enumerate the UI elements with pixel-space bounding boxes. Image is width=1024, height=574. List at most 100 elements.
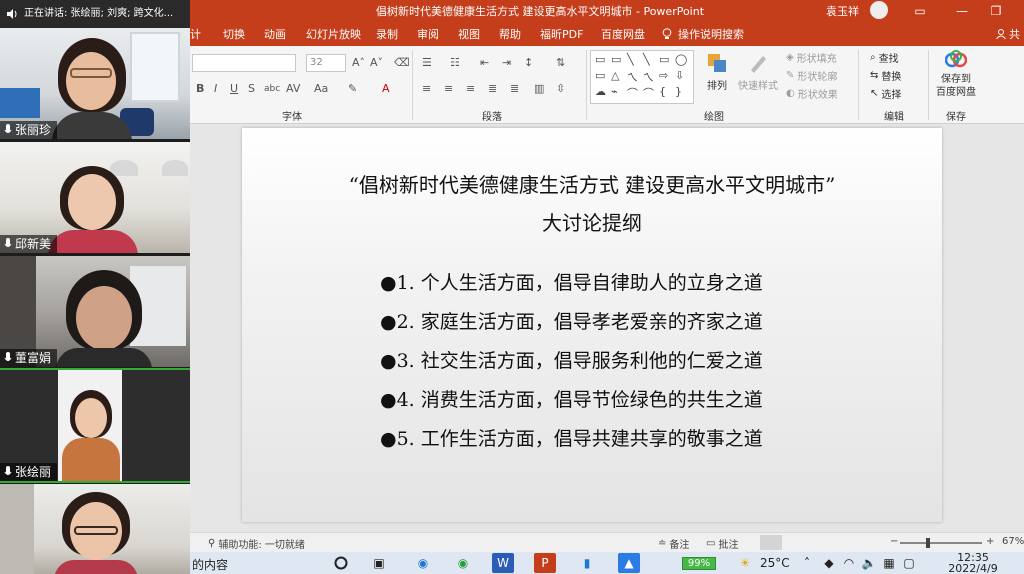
group-label-font: 字体 bbox=[282, 112, 302, 123]
powerpoint-icon[interactable]: P bbox=[534, 553, 556, 573]
reading-view-icon[interactable] bbox=[828, 535, 850, 550]
shape-effects-button[interactable]: ◐ 形状效果 bbox=[786, 86, 838, 101]
font-size-box[interactable]: 32 bbox=[306, 54, 346, 72]
justify-icon[interactable]: ≣ bbox=[488, 82, 497, 95]
align-center-icon[interactable]: ≡ bbox=[444, 82, 453, 95]
decrease-font-icon[interactable]: A˅ bbox=[370, 56, 383, 69]
slide-title[interactable]: “倡树新时代美德健康生活方式 建设更高水平文明城市” 大讨论提纲 bbox=[242, 166, 942, 242]
comments-button[interactable]: ▭ 批注 bbox=[706, 536, 738, 551]
decrease-indent-icon[interactable]: ⇤ bbox=[480, 56, 489, 69]
tab-record[interactable]: 录制 bbox=[376, 26, 398, 42]
distributed-icon[interactable]: ≣ bbox=[510, 82, 519, 95]
zoom-slider[interactable] bbox=[900, 538, 982, 548]
replace-label: 替换 bbox=[881, 72, 902, 83]
app-icon[interactable]: ▮ bbox=[576, 553, 598, 573]
increase-indent-icon[interactable]: ⇥ bbox=[502, 56, 511, 69]
tab-slideshow[interactable]: 幻灯片放映 bbox=[306, 26, 361, 42]
strikethrough-icon[interactable]: abc bbox=[264, 84, 280, 94]
font-color-icon[interactable]: A bbox=[382, 82, 390, 95]
chevron-up-icon[interactable]: ˄ bbox=[796, 553, 818, 573]
zoom-in-icon[interactable]: + bbox=[986, 536, 994, 547]
change-case-icon[interactable]: Aa bbox=[314, 82, 328, 95]
tab-baidu-netdisk[interactable]: 百度网盘 bbox=[601, 26, 645, 42]
find-button[interactable]: ⌕ 查找 bbox=[870, 50, 899, 65]
align-text-icon[interactable]: ⇳ bbox=[556, 82, 565, 95]
tab-transitions[interactable]: 切换 bbox=[223, 26, 245, 42]
slide-editing-area[interactable]: “倡树新时代美德健康生活方式 建设更高水平文明城市” 大讨论提纲 ●1. 个人生… bbox=[190, 124, 1024, 532]
numbering-icon[interactable]: ☷ bbox=[450, 56, 460, 69]
text-shadow-icon[interactable]: S bbox=[248, 82, 255, 95]
align-right-icon[interactable]: ≡ bbox=[466, 82, 475, 95]
clock[interactable]: 12:35 2022/4/9 bbox=[938, 552, 1008, 574]
word-icon[interactable]: W bbox=[492, 553, 514, 573]
tab-foxit-pdf[interactable]: 福昕PDF bbox=[540, 26, 583, 42]
network-icon[interactable]: ◠ bbox=[838, 553, 860, 573]
slide-sorter-view-icon[interactable] bbox=[794, 535, 816, 550]
tab-animations[interactable]: 动画 bbox=[264, 26, 286, 42]
participant-tile[interactable]: 邱新美 bbox=[0, 142, 190, 253]
columns-icon[interactable]: ▥ bbox=[534, 82, 544, 95]
text-direction-icon[interactable]: ⇅ bbox=[556, 56, 565, 69]
line-spacing-icon[interactable]: ↕ bbox=[524, 56, 533, 69]
arrange-button[interactable]: 排列 bbox=[706, 52, 728, 92]
weather-temp[interactable]: 25°C bbox=[760, 556, 790, 570]
font-name-box[interactable] bbox=[192, 54, 296, 72]
tray-icon[interactable]: ◆ bbox=[818, 553, 840, 573]
highlight-icon[interactable]: ✎ bbox=[348, 82, 357, 95]
bullets-icon[interactable]: ☰ bbox=[422, 56, 432, 69]
volume-icon[interactable]: 🔈 bbox=[858, 553, 880, 573]
shape-fill-button[interactable]: ◈ 形状填充 bbox=[786, 50, 837, 65]
tab-design[interactable]: 计 bbox=[190, 26, 201, 42]
battery-indicator[interactable]: 99% bbox=[682, 557, 716, 570]
italic-icon[interactable]: I bbox=[214, 82, 217, 95]
notes-button[interactable]: ≐ 备注 bbox=[658, 536, 689, 551]
clear-format-icon[interactable]: ⌫ bbox=[394, 56, 410, 69]
restore-icon[interactable]: ❐ bbox=[986, 2, 1006, 20]
share-button[interactable]: 共 bbox=[996, 26, 1020, 42]
participant-tile[interactable]: 张丽珍 bbox=[0, 28, 190, 139]
participant-tile[interactable] bbox=[0, 484, 190, 574]
replace-button[interactable]: ⇆ 替换 bbox=[870, 68, 901, 83]
slide[interactable]: “倡树新时代美德健康生活方式 建设更高水平文明城市” 大讨论提纲 ●1. 个人生… bbox=[242, 128, 942, 522]
bullet-item: ●1. 个人生活方面，倡导自律助人的立身之道 bbox=[380, 272, 763, 294]
quick-styles-button[interactable]: 快速样式 bbox=[738, 52, 778, 92]
comment-icon: ▭ bbox=[706, 538, 716, 549]
shapes-gallery[interactable]: ▭ ▭ ╲ ╲ ▭ ◯ ▭ △ ㄟㄟ ⇨ ⇩ ☁ ⌁ ⌒ ⌒{} bbox=[590, 50, 694, 104]
accessibility-status[interactable]: ⚲ 辅助功能: 一切就绪 bbox=[208, 536, 305, 551]
shape-outline-button[interactable]: ✎ 形状轮廓 bbox=[786, 68, 837, 83]
normal-view-icon[interactable] bbox=[760, 535, 782, 550]
avatar[interactable] bbox=[870, 1, 888, 19]
taskbar-search-text[interactable]: 的内容 bbox=[192, 556, 228, 573]
powerpoint-window: 倡树新时代美德健康生活方式 建设更高水平文明城市 - PowerPoint 袁玉… bbox=[190, 0, 1024, 574]
notification-icon[interactable]: ▢ bbox=[898, 553, 920, 573]
input-method-icon[interactable]: ▦ bbox=[878, 553, 900, 573]
underline-icon[interactable]: U bbox=[230, 82, 238, 95]
tab-view[interactable]: 视图 bbox=[458, 26, 480, 42]
zoom-out-icon[interactable]: − bbox=[890, 536, 898, 547]
edge-icon[interactable]: ◉ bbox=[412, 553, 434, 573]
tab-review[interactable]: 审阅 bbox=[417, 26, 439, 42]
task-view-icon[interactable]: ▣ bbox=[368, 553, 390, 573]
save-to-baidu-button[interactable]: 保存到 百度网盘 bbox=[936, 50, 976, 99]
zoom-slider-thumb[interactable] bbox=[926, 538, 931, 548]
align-left-icon[interactable]: ≡ bbox=[422, 82, 431, 95]
tell-me-search[interactable]: 操作说明搜索 bbox=[662, 26, 744, 42]
bold-icon[interactable]: B bbox=[196, 82, 204, 95]
minimize-icon[interactable]: — bbox=[952, 2, 972, 20]
char-spacing-icon[interactable]: AV bbox=[286, 82, 300, 95]
cursor-icon: ↖ bbox=[870, 88, 879, 99]
increase-font-icon[interactable]: A˄ bbox=[352, 56, 365, 69]
participant-tile[interactable]: 董富娟 bbox=[0, 256, 190, 367]
participant-tile-active[interactable]: 张绘丽 bbox=[0, 368, 190, 483]
slideshow-view-icon[interactable] bbox=[862, 535, 884, 550]
zoom-level[interactable]: 67% bbox=[1002, 536, 1024, 547]
cortana-icon[interactable] bbox=[330, 553, 352, 573]
ribbon-display-options-icon[interactable]: ▭ bbox=[910, 2, 930, 20]
meeting-app-icon[interactable]: ▲ bbox=[618, 553, 640, 573]
group-separator bbox=[928, 50, 929, 120]
tab-help[interactable]: 帮助 bbox=[499, 26, 521, 42]
browser-icon[interactable]: ◉ bbox=[452, 553, 474, 573]
account-name[interactable]: 袁玉祥 bbox=[826, 3, 859, 19]
slide-bullet-list[interactable]: ●1. 个人生活方面，倡导自律助人的立身之道 ●2. 家庭生活方面，倡导孝老爱亲… bbox=[380, 264, 763, 459]
select-button[interactable]: ↖ 选择 bbox=[870, 86, 901, 101]
